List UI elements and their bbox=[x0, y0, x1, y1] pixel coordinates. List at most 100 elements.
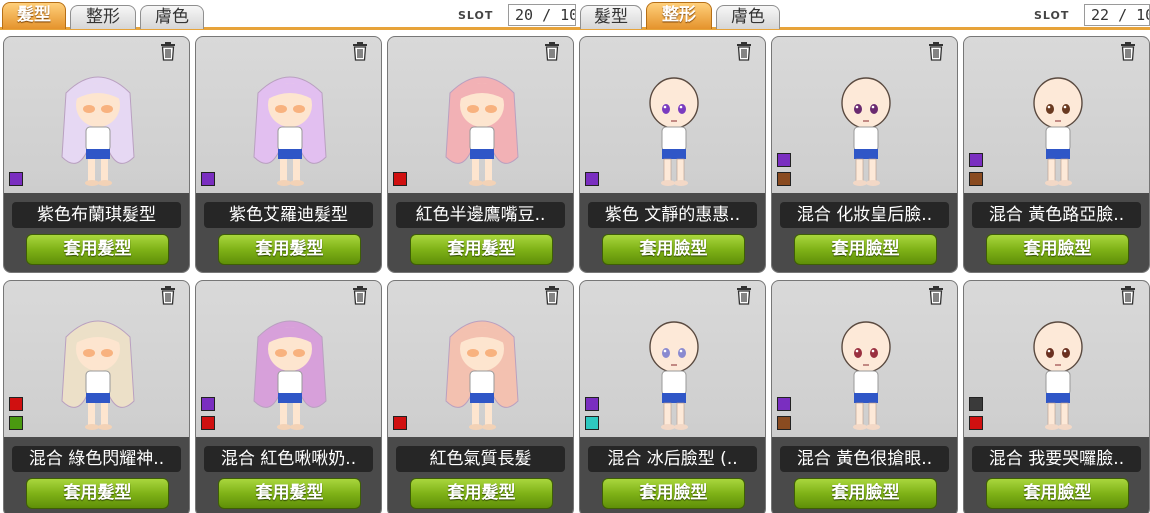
color-swatches bbox=[393, 167, 407, 186]
color-swatch-dark bbox=[969, 397, 983, 411]
face-panel: 髮型 整形 膚色 SLOT 22 / 10 紫色 文靜的惠惠.. 套用臉型 混合 化… bbox=[576, 0, 1150, 513]
apply-face-button[interactable]: 套用臉型 bbox=[602, 478, 745, 509]
face-tabbar: 髮型 整形 膚色 SLOT 22 / 10 bbox=[576, 0, 1150, 31]
color-swatch-red bbox=[201, 416, 215, 430]
hair-preview bbox=[48, 65, 148, 195]
trash-icon[interactable] bbox=[1119, 41, 1137, 61]
item-name: 混合 綠色閃耀神.. bbox=[12, 446, 181, 472]
item-name: 混合 黃色路亞臉.. bbox=[972, 202, 1141, 228]
item-name: 紫色布蘭琪髮型 bbox=[12, 202, 181, 228]
tab-skin[interactable]: 膚色 bbox=[716, 5, 780, 29]
color-swatches bbox=[585, 392, 599, 430]
color-swatch-purple bbox=[9, 172, 23, 186]
face-preview bbox=[624, 65, 724, 195]
hair-card[interactable]: 紅色半邊鷹嘴豆.. 套用髮型 bbox=[387, 36, 574, 273]
trash-icon[interactable] bbox=[543, 41, 561, 61]
apply-face-button[interactable]: 套用臉型 bbox=[986, 234, 1129, 265]
apply-face-button[interactable]: 套用臉型 bbox=[794, 478, 937, 509]
color-swatches bbox=[777, 392, 791, 430]
apply-face-button[interactable]: 套用臉型 bbox=[986, 478, 1129, 509]
face-card[interactable]: 紫色 文靜的惠惠.. 套用臉型 bbox=[579, 36, 766, 273]
apply-hair-button[interactable]: 套用髮型 bbox=[410, 234, 553, 265]
slot-label: SLOT bbox=[458, 9, 494, 22]
trash-icon[interactable] bbox=[735, 285, 753, 305]
item-name: 紫色艾羅迪髮型 bbox=[204, 202, 373, 228]
tab-face[interactable]: 整形 bbox=[70, 5, 136, 29]
color-swatches bbox=[393, 411, 407, 430]
color-swatch-purple bbox=[969, 153, 983, 167]
face-preview bbox=[1008, 65, 1108, 195]
color-swatch-red bbox=[969, 416, 983, 430]
hair-preview bbox=[48, 309, 148, 439]
app-root: 髮型 整形 膚色 SLOT 20 / 10 紫色布蘭琪髮型 套用髮型 紫色艾羅迪髮型… bbox=[0, 0, 1150, 513]
hair-card[interactable]: 混合 紅色啾啾奶.. 套用髮型 bbox=[195, 280, 382, 513]
slot-count: 20 / 10 bbox=[508, 4, 576, 26]
trash-icon[interactable] bbox=[927, 285, 945, 305]
tab-hair[interactable]: 髮型 bbox=[2, 2, 66, 29]
item-name: 混合 黃色很搶眼.. bbox=[780, 446, 949, 472]
item-name: 紫色 文靜的惠惠.. bbox=[588, 202, 757, 228]
item-name: 混合 冰后臉型 (.. bbox=[588, 446, 757, 472]
tab-hair[interactable]: 髮型 bbox=[580, 5, 642, 29]
color-swatch-red bbox=[393, 172, 407, 186]
trash-icon[interactable] bbox=[351, 41, 369, 61]
color-swatch-red bbox=[393, 416, 407, 430]
color-swatch-brown bbox=[969, 172, 983, 186]
face-card[interactable]: 混合 冰后臉型 (.. 套用臉型 bbox=[579, 280, 766, 513]
color-swatch-purple bbox=[777, 397, 791, 411]
apply-face-button[interactable]: 套用臉型 bbox=[602, 234, 745, 265]
tab-face[interactable]: 整形 bbox=[646, 2, 712, 29]
tab-skin[interactable]: 膚色 bbox=[140, 5, 204, 29]
color-swatches bbox=[201, 392, 215, 430]
color-swatch-brown bbox=[777, 172, 791, 186]
item-name: 紅色氣質長髮 bbox=[396, 446, 565, 472]
apply-hair-button[interactable]: 套用髮型 bbox=[26, 478, 169, 509]
apply-hair-button[interactable]: 套用髮型 bbox=[218, 478, 361, 509]
trash-icon[interactable] bbox=[927, 41, 945, 61]
face-card[interactable]: 混合 黃色路亞臉.. 套用臉型 bbox=[963, 36, 1150, 273]
hair-card[interactable]: 紫色艾羅迪髮型套用髮型 bbox=[195, 36, 382, 273]
item-name: 混合 紅色啾啾奶.. bbox=[204, 446, 373, 472]
hair-tabbar: 髮型 整形 膚色 SLOT 20 / 10 bbox=[0, 0, 576, 31]
trash-icon[interactable] bbox=[543, 285, 561, 305]
hair-preview bbox=[240, 65, 340, 195]
color-swatch-purple bbox=[201, 397, 215, 411]
item-name: 紅色半邊鷹嘴豆.. bbox=[396, 202, 565, 228]
trash-icon[interactable] bbox=[735, 41, 753, 61]
apply-hair-button[interactable]: 套用髮型 bbox=[218, 234, 361, 265]
color-swatch-cyan bbox=[585, 416, 599, 430]
trash-icon[interactable] bbox=[351, 285, 369, 305]
color-swatch-purple bbox=[201, 172, 215, 186]
color-swatch-purple bbox=[585, 397, 599, 411]
color-swatches bbox=[585, 167, 599, 186]
apply-hair-button[interactable]: 套用髮型 bbox=[26, 234, 169, 265]
color-swatch-green bbox=[9, 416, 23, 430]
color-swatches bbox=[969, 148, 983, 186]
slot-count: 22 / 10 bbox=[1084, 4, 1150, 26]
item-name: 混合 化妝皇后臉.. bbox=[780, 202, 949, 228]
hair-preview bbox=[432, 65, 532, 195]
face-card[interactable]: 混合 我要哭囉臉.. 套用臉型 bbox=[963, 280, 1150, 513]
apply-face-button[interactable]: 套用臉型 bbox=[794, 234, 937, 265]
trash-icon[interactable] bbox=[1119, 285, 1137, 305]
hair-preview bbox=[432, 309, 532, 439]
face-card[interactable]: 混合 黃色很搶眼.. 套用臉型 bbox=[771, 280, 958, 513]
face-preview bbox=[1008, 309, 1108, 439]
color-swatches bbox=[969, 392, 983, 430]
face-preview bbox=[624, 309, 724, 439]
color-swatches bbox=[9, 392, 23, 430]
item-name: 混合 我要哭囉臉.. bbox=[972, 446, 1141, 472]
color-swatch-brown bbox=[777, 416, 791, 430]
color-swatches bbox=[777, 148, 791, 186]
color-swatches bbox=[201, 167, 215, 186]
apply-hair-button[interactable]: 套用髮型 bbox=[410, 478, 553, 509]
face-preview bbox=[816, 65, 916, 195]
color-swatch-red bbox=[9, 397, 23, 411]
hair-card[interactable]: 混合 綠色閃耀神.. 套用髮型 bbox=[3, 280, 190, 513]
trash-icon[interactable] bbox=[159, 41, 177, 61]
hair-card[interactable]: 紅色氣質長髮套用髮型 bbox=[387, 280, 574, 513]
hair-card[interactable]: 紫色布蘭琪髮型套用髮型 bbox=[3, 36, 190, 273]
face-card[interactable]: 混合 化妝皇后臉.. 套用臉型 bbox=[771, 36, 958, 273]
hair-panel: 髮型 整形 膚色 SLOT 20 / 10 紫色布蘭琪髮型 套用髮型 紫色艾羅迪髮型… bbox=[0, 0, 576, 513]
trash-icon[interactable] bbox=[159, 285, 177, 305]
